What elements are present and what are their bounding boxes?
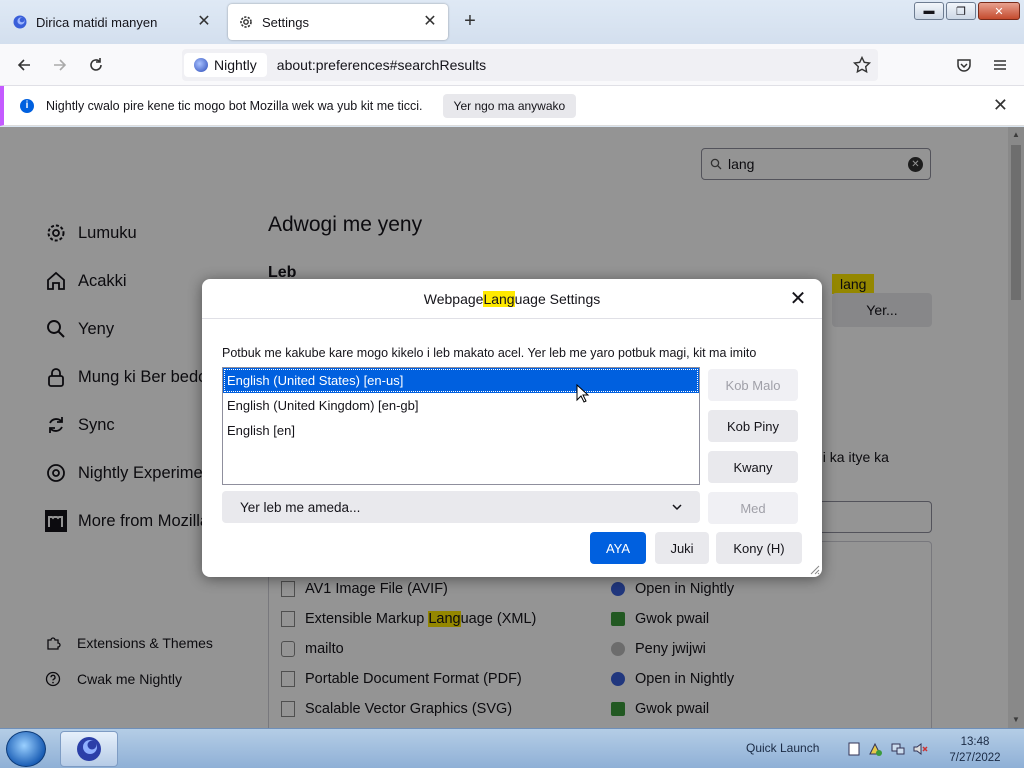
gear-icon bbox=[238, 14, 254, 30]
system-clock[interactable]: 13:48 7/27/2022 bbox=[940, 734, 1010, 766]
maximize-button[interactable]: ❐ bbox=[946, 2, 976, 20]
taskbar: Quick Launch 13:48 7/27/2022 bbox=[0, 728, 1024, 768]
language-option[interactable]: English (United Kingdom) [en-gb] bbox=[223, 393, 699, 418]
back-button[interactable] bbox=[10, 52, 38, 78]
new-tab-button[interactable]: + bbox=[458, 10, 482, 34]
tab-new-window[interactable]: Dirica matidi manyen ✕ bbox=[2, 4, 222, 40]
reload-button[interactable] bbox=[82, 52, 110, 78]
start-button[interactable] bbox=[6, 731, 46, 767]
navigation-toolbar: Nightly about:preferences#searchResults bbox=[0, 44, 1024, 86]
tab-label: Dirica matidi manyen bbox=[36, 14, 158, 30]
tab-label: Settings bbox=[262, 14, 309, 30]
pocket-icon bbox=[957, 59, 971, 72]
app-menu-button[interactable] bbox=[986, 52, 1014, 78]
back-arrow-icon bbox=[17, 59, 30, 71]
cancel-button[interactable]: Juki bbox=[655, 532, 709, 564]
reload-icon bbox=[90, 58, 102, 71]
add-button[interactable]: Med bbox=[708, 492, 798, 524]
forward-button[interactable] bbox=[46, 52, 74, 78]
forward-arrow-icon bbox=[54, 59, 67, 71]
language-list[interactable]: English (United States) [en-us] English … bbox=[222, 367, 700, 485]
close-window-button[interactable]: ✕ bbox=[978, 2, 1020, 20]
tab-settings[interactable]: Settings ✕ bbox=[228, 4, 448, 40]
dialog-title: Webpage Lang uage Settings bbox=[202, 279, 822, 319]
language-option[interactable]: English [en] bbox=[223, 418, 699, 443]
remove-button[interactable]: Kwany bbox=[708, 451, 798, 483]
document-tray-icon bbox=[848, 742, 860, 756]
close-tab-icon[interactable]: ✕ bbox=[422, 14, 438, 30]
info-icon: i bbox=[20, 98, 34, 113]
close-dialog-icon[interactable]: ✕ bbox=[788, 289, 808, 309]
pocket-button[interactable] bbox=[950, 52, 978, 78]
url-bar[interactable]: Nightly about:preferences#searchResults bbox=[182, 49, 878, 81]
language-option[interactable]: English (United States) [en-us] bbox=[223, 368, 699, 393]
volume-muted-icon bbox=[913, 743, 928, 755]
identity-box[interactable]: Nightly bbox=[184, 53, 267, 77]
window-controls: ▬ ❐ ✕ bbox=[914, 2, 1020, 20]
action-center-icon bbox=[869, 742, 882, 756]
move-up-button[interactable]: Kob Malo bbox=[708, 369, 798, 401]
notification-text: Nightly cwalo pire kene tic mogo bot Moz… bbox=[46, 98, 423, 113]
hamburger-menu-icon bbox=[994, 60, 1006, 70]
add-language-select[interactable]: Yer leb me ameda... bbox=[222, 491, 700, 523]
network-icon bbox=[891, 743, 905, 755]
minimize-button[interactable]: ▬ bbox=[914, 2, 944, 20]
notification-bar: i Nightly cwalo pire kene tic mogo bot M… bbox=[0, 86, 1024, 126]
nightly-logo-icon bbox=[77, 737, 101, 761]
quick-launch-label[interactable]: Quick Launch bbox=[746, 741, 819, 755]
url-text[interactable]: about:preferences#searchResults bbox=[277, 57, 486, 73]
dialog-description: Potbuk me kakube kare mogo kikelo i leb … bbox=[222, 346, 757, 360]
chevron-down-icon bbox=[672, 504, 682, 511]
bookmark-star-icon[interactable] bbox=[852, 55, 872, 75]
taskbar-nightly-app[interactable] bbox=[60, 731, 118, 767]
close-notification-icon[interactable]: ✕ bbox=[993, 96, 1008, 114]
ok-button[interactable]: AYA bbox=[590, 532, 646, 564]
clock-time: 13:48 bbox=[960, 736, 990, 748]
webpage-language-dialog: Webpage Lang uage Settings ✕ Potbuk me ka… bbox=[202, 279, 822, 577]
identity-label: Nightly bbox=[214, 57, 257, 73]
nightly-logo-icon bbox=[12, 14, 28, 30]
clock-date: 7/27/2022 bbox=[949, 752, 1001, 764]
move-down-button[interactable]: Kob Piny bbox=[708, 410, 798, 442]
system-tray bbox=[846, 741, 928, 757]
tab-strip: Dirica matidi manyen ✕ Settings ✕ + ▬ ❐ … bbox=[0, 0, 1024, 44]
choose-what-i-share-button[interactable]: Yer ngo ma anywako bbox=[442, 93, 577, 118]
nightly-logo-icon bbox=[194, 58, 208, 72]
close-tab-icon[interactable]: ✕ bbox=[196, 14, 212, 30]
help-button[interactable]: Kony (H) bbox=[716, 532, 802, 564]
resize-grip-icon bbox=[810, 565, 820, 575]
mouse-cursor-icon bbox=[576, 384, 590, 403]
select-value: Yer leb me ameda... bbox=[240, 499, 361, 515]
